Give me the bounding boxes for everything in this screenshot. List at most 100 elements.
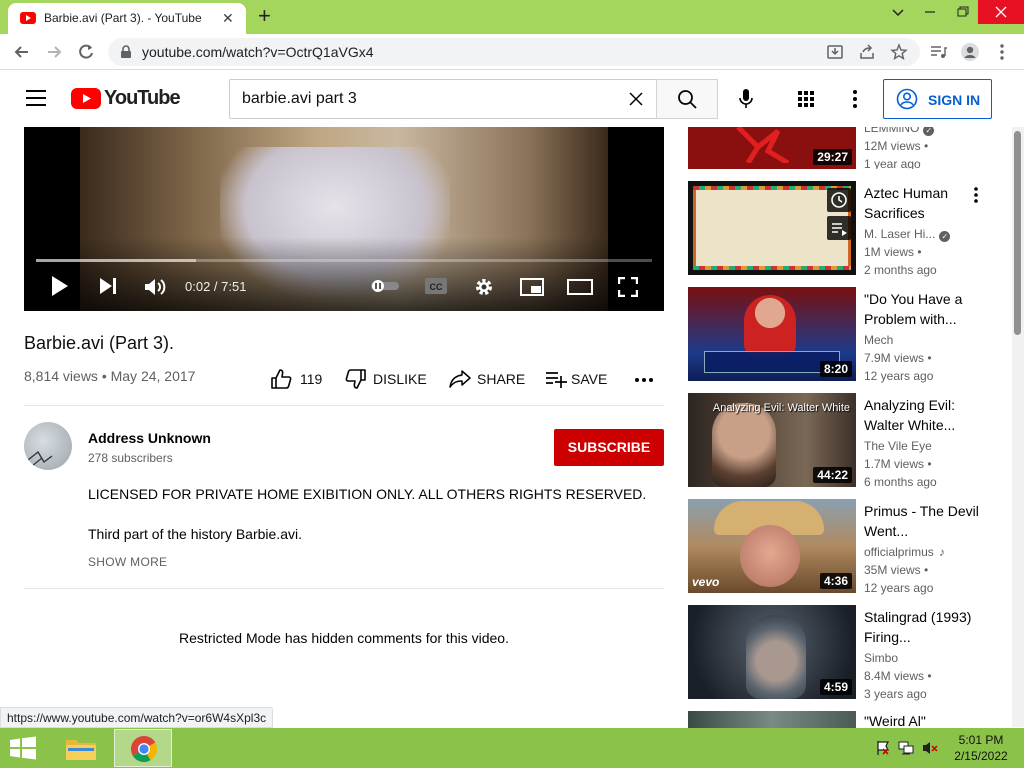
apps-grid-icon[interactable] <box>797 90 815 108</box>
browser-tab[interactable]: Barbie.avi (Part 3). - YouTube ✕ <box>8 3 246 34</box>
address-bar[interactable]: youtube.com/watch?v=OctrQ1aVGx4 <box>108 38 920 66</box>
closed-captions-icon[interactable]: CC <box>424 277 448 295</box>
share-page-icon[interactable] <box>858 43 876 61</box>
recommendation-title[interactable]: "Do You Have a Problem with... <box>864 289 982 329</box>
save-label: SAVE <box>571 371 608 387</box>
media-controls-icon[interactable] <box>928 42 948 62</box>
channel-name[interactable]: Address Unknown <box>88 430 211 446</box>
video-thumbnail[interactable]: 4:59 <box>688 605 856 699</box>
file-explorer-icon[interactable] <box>62 732 100 764</box>
page-scrollbar[interactable] <box>1012 127 1024 727</box>
browser-menu-icon[interactable] <box>992 42 1012 62</box>
search-icon <box>678 90 697 109</box>
search-input[interactable]: barbie.avi part 3 <box>229 79 657 119</box>
search-button[interactable] <box>656 79 718 119</box>
verified-check-icon: ✓ <box>923 127 935 136</box>
tab-close-icon[interactable]: ✕ <box>222 10 234 27</box>
more-actions-icon[interactable] <box>633 372 655 388</box>
scrollbar-thumb[interactable] <box>1014 131 1021 335</box>
settings-more-icon[interactable] <box>846 89 864 109</box>
fullscreen-icon[interactable] <box>618 277 638 297</box>
search-query[interactable]: barbie.avi part 3 <box>242 90 357 108</box>
add-to-queue-icon[interactable] <box>827 216 851 240</box>
youtube-logo[interactable]: YouTube <box>71 87 181 110</box>
save-button[interactable]: SAVE <box>545 368 607 390</box>
controls-gradient <box>24 237 664 311</box>
volume-icon[interactable] <box>144 277 168 297</box>
progress-bar[interactable] <box>36 259 652 262</box>
bookmark-star-icon[interactable] <box>890 43 908 61</box>
figure-silhouette-icon <box>736 127 790 163</box>
window-close-button[interactable] <box>978 0 1024 24</box>
recommendation-title[interactable]: "Weird Al" <box>864 711 982 728</box>
recommendation-age: 3 years ago <box>864 687 927 701</box>
play-icon[interactable] <box>50 275 70 297</box>
profile-avatar-icon[interactable] <box>960 42 980 62</box>
recommendation-views: 35M views • <box>864 563 929 577</box>
show-more-button[interactable]: SHOW MORE <box>88 555 167 569</box>
avatar-sketch-icon <box>27 450 53 467</box>
video-thumbnail[interactable]: 8:20 <box>688 287 856 381</box>
clear-search-icon[interactable] <box>628 91 644 107</box>
subscribe-button[interactable]: SUBSCRIBE <box>554 429 664 466</box>
channel-avatar[interactable] <box>24 422 72 470</box>
network-icon[interactable] <box>898 740 914 756</box>
channel-subscribers: 278 subscribers <box>88 451 173 465</box>
youtube-favicon-icon <box>20 12 36 24</box>
new-tab-button[interactable]: + <box>258 3 271 29</box>
recommendation-item[interactable]: Aztec Human Sacrifices M. Laser Hi... ✓ 1… <box>688 181 1008 277</box>
video-thumbnail[interactable]: 29:27 <box>688 127 856 169</box>
recommendation-item[interactable]: Analyzing Evil: Walter White 44:22 Analy… <box>688 393 1008 489</box>
recommendation-title[interactable]: Primus - The Devil Went... <box>864 501 982 541</box>
video-thumbnail[interactable] <box>688 181 856 275</box>
recommendation-title[interactable]: Stalingrad (1993) Firing... <box>864 607 982 647</box>
action-center-flag-icon[interactable] <box>876 740 890 756</box>
video-thumbnail[interactable]: Analyzing Evil: Walter White 44:22 <box>688 393 856 487</box>
back-arrow-icon[interactable] <box>12 42 32 62</box>
minimize-button[interactable] <box>914 0 946 24</box>
description-line: Third part of the history Barbie.avi. <box>88 526 302 542</box>
theater-mode-icon[interactable] <box>567 278 593 296</box>
autoplay-toggle[interactable] <box>369 279 401 293</box>
hamburger-menu-icon[interactable] <box>26 90 46 106</box>
video-thumbnail[interactable] <box>688 711 856 728</box>
video-player[interactable]: 0:02 / 7:51 CC <box>24 127 664 311</box>
tab-search-chevron-icon[interactable] <box>882 0 914 24</box>
miniplayer-icon[interactable] <box>520 277 544 297</box>
watch-later-icon[interactable] <box>827 188 851 212</box>
lock-icon[interactable] <box>120 45 132 59</box>
video-thumbnail[interactable]: vevo 4:36 <box>688 499 856 593</box>
recommendation-title[interactable]: Aztec Human Sacrifices <box>864 183 982 223</box>
next-video-icon[interactable] <box>99 277 119 295</box>
chrome-taskbar-button[interactable] <box>114 729 172 767</box>
recommendation-item[interactable]: 4:59 Stalingrad (1993) Firing... Simbo 8… <box>688 605 1008 701</box>
like-button[interactable]: 119 <box>270 368 322 390</box>
dislike-button[interactable]: DISLIKE <box>345 368 427 390</box>
svg-text:CC: CC <box>430 282 443 292</box>
thumbnail-person <box>744 295 796 355</box>
forward-arrow-icon[interactable] <box>44 42 64 62</box>
restore-button[interactable] <box>946 0 978 24</box>
volume-muted-icon[interactable] <box>922 740 938 756</box>
clock-time: 5:01 PM <box>958 733 1004 747</box>
recommendation-item[interactable]: 8:20 "Do You Have a Problem with... Mech… <box>688 287 1008 383</box>
recommendation-menu-icon[interactable] <box>968 185 984 205</box>
install-app-icon[interactable] <box>826 43 844 61</box>
recommendation-channel: M. Laser Hi... ✓ <box>864 227 951 242</box>
url-text[interactable]: youtube.com/watch?v=OctrQ1aVGx4 <box>142 44 374 60</box>
taskbar-clock[interactable]: 5:01 PM 2/15/2022 <box>946 732 1016 764</box>
voice-search-icon[interactable] <box>738 88 754 110</box>
recommendation-item[interactable]: vevo 4:36 Primus - The Devil Went... off… <box>688 499 1008 595</box>
sign-in-button[interactable]: SIGN IN <box>883 79 992 119</box>
recommendation-title[interactable]: Analyzing Evil: Walter White... <box>864 395 982 435</box>
recommendation-age: 12 years ago <box>864 581 934 595</box>
recommendation-age: 1 year ago <box>864 157 921 169</box>
recommendation-item[interactable]: "Weird Al" <box>688 711 1008 728</box>
recommendation-age: 6 months ago <box>864 475 937 489</box>
reload-icon[interactable] <box>76 42 96 62</box>
settings-gear-icon[interactable] <box>473 276 495 298</box>
windows-start-icon[interactable] <box>8 736 38 760</box>
share-button[interactable]: SHARE <box>449 368 525 390</box>
recommendation-item[interactable]: 29:27 LEMMiNO ✓ 12M views • 1 year ago <box>688 127 1008 169</box>
share-icon <box>449 370 471 388</box>
